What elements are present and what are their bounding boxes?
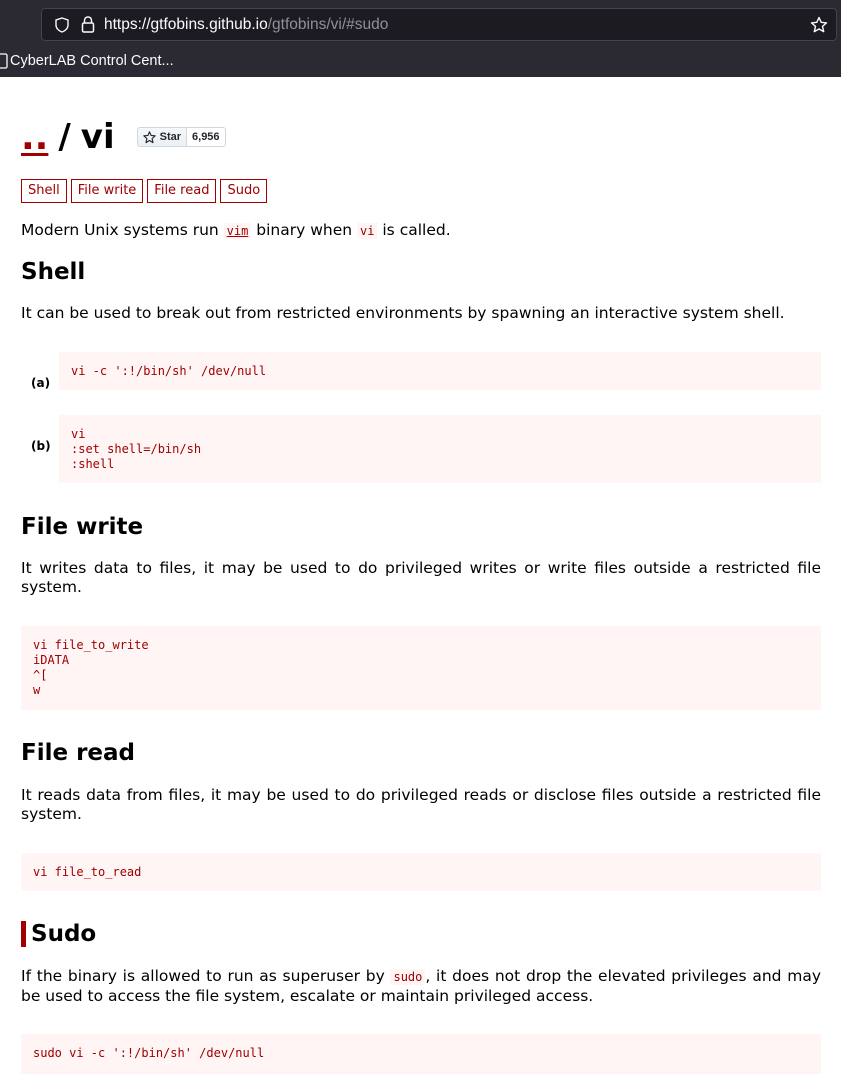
shell-code-a[interactable]: vi -c ':!/bin/sh' /dev/null (59, 352, 821, 390)
sudo-code[interactable]: sudo vi -c ':!/bin/sh' /dev/null (21, 1034, 821, 1074)
file-write-description: It writes data to files, it may be used … (21, 559, 821, 596)
shield-icon[interactable] (54, 17, 70, 33)
page-icon (0, 53, 8, 69)
sudo-code-inline: sudo (390, 969, 426, 985)
browser-chrome: https://gtfobins.github.io/gtfobins/vi/#… (0, 0, 841, 77)
file-read-code[interactable]: vi file_to_read (21, 853, 821, 891)
url-host: https://gtfobins.github.io (104, 16, 268, 33)
file-write-heading: File write (21, 514, 144, 540)
github-star-widget[interactable]: Star 6,956 (136, 127, 226, 147)
url-text[interactable]: https://gtfobins.github.io/gtfobins/vi/#… (104, 16, 388, 34)
url-bar[interactable]: https://gtfobins.github.io/gtfobins/vi/#… (41, 8, 837, 41)
github-star-icon (142, 130, 156, 143)
github-star-label: Star (159, 131, 182, 143)
page-header: .. / vi Star 6,956 (21, 117, 226, 158)
github-star-count[interactable]: 6,956 (187, 127, 226, 147)
sudo-description: If the binary is allowed to run as super… (21, 967, 821, 1005)
url-path: /gtfobins/vi/#sudo (267, 16, 389, 33)
file-read-heading: File read (21, 740, 136, 766)
github-star-button[interactable]: Star (136, 127, 188, 147)
bookmark-item[interactable]: CyberLAB Control Cent... (0, 50, 174, 72)
title-separator: / (58, 117, 71, 157)
page-title: vi (80, 117, 115, 157)
tag-sudo[interactable]: Sudo (220, 179, 268, 203)
function-tags: Shell File write File read Sudo (21, 179, 268, 203)
lock-icon[interactable] (81, 16, 95, 33)
vi-code: vi (357, 223, 378, 239)
shell-label-a: (a) (31, 376, 51, 390)
file-read-description: It reads data from files, it may be used… (21, 786, 821, 823)
file-write-code[interactable]: vi file_to_write iDATA ^[ w (21, 626, 821, 710)
bookmark-star-icon[interactable] (810, 16, 828, 34)
intro-text: Modern Unix systems run vim binary when … (21, 221, 451, 239)
sudo-heading: Sudo (21, 921, 96, 947)
tag-file-write[interactable]: File write (70, 179, 144, 203)
parent-link[interactable]: .. (21, 117, 48, 158)
shell-label-b: (b) (31, 439, 51, 453)
shell-code-b[interactable]: vi :set shell=/bin/sh :shell (59, 415, 821, 483)
bookmark-label: CyberLAB Control Cent... (10, 53, 174, 69)
tag-shell[interactable]: Shell (21, 179, 67, 203)
vim-link[interactable]: vim (223, 223, 252, 239)
shell-heading: Shell (21, 259, 86, 285)
tag-file-read[interactable]: File read (147, 179, 217, 203)
shell-description: It can be used to break out from restric… (21, 304, 785, 322)
